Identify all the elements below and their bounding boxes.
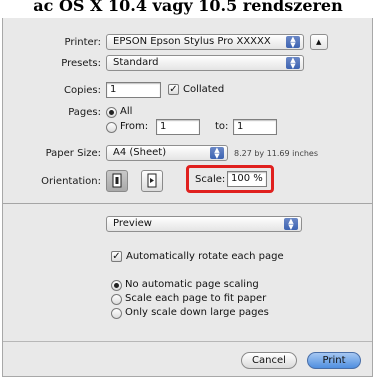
popup-arrows-icon: ▲ ▼ [284,218,298,231]
pages-label: Pages: [68,107,101,118]
auto-rotate-label: Automatically rotate each page [126,251,284,262]
portrait-icon [112,173,122,188]
scale-label: Scale: [195,174,226,185]
popup-arrows-icon: ▲ ▼ [286,57,300,70]
bottom-divider [3,341,372,342]
pages-from-field[interactable]: 1 [156,119,200,135]
collated-checkbox[interactable]: ✓ [168,84,179,95]
printer-popup[interactable]: EPSON Epson Stylus Pro XXXXX ▲ ▼ [106,34,304,50]
orientation-label: Orientation: [41,176,101,187]
print-dialog: Printer: EPSON Epson Stylus Pro XXXXX ▲ ▼… [2,18,373,377]
printer-value: EPSON Epson Stylus Pro XXXXX [113,36,271,47]
section-popup-value: Preview [113,218,152,229]
pages-to-label: to: [215,121,229,132]
no-scaling-radio[interactable] [111,280,122,291]
popup-arrows-icon: ▲ ▼ [286,36,300,49]
paper-size-value: A4 (Sheet) [113,147,167,158]
page-heading: ac OS X 10.4 vagy 10.5 rendszeren [33,0,343,15]
landscape-button[interactable] [141,170,163,192]
popup-arrows-icon: ▲ ▼ [210,147,224,160]
cancel-button[interactable]: Cancel [241,352,297,369]
pages-from-radio[interactable] [106,122,117,133]
divider [3,203,372,204]
no-scaling-label: No automatic page scaling [125,279,259,290]
pages-all-radio[interactable] [106,107,117,118]
printer-label: Printer: [64,37,101,48]
auto-rotate-checkbox[interactable]: ✓ [111,251,122,262]
pages-from-label: From: [120,121,149,132]
copies-label: Copies: [64,85,101,96]
portrait-button[interactable] [106,170,128,192]
paper-size-label: Paper Size: [45,148,101,159]
paper-dimensions: 8.27 by 11.69 inches [234,149,319,158]
paper-size-popup[interactable]: A4 (Sheet) ▲ ▼ [106,145,228,161]
section-popup[interactable]: Preview ▲ ▼ [106,216,302,232]
disclosure-button[interactable]: ▲ [310,34,328,50]
print-button[interactable]: Print [307,352,361,369]
triangle-up-icon: ▲ [316,38,322,46]
presets-label: Presets: [61,58,101,69]
presets-value: Standard [113,57,159,68]
scale-field[interactable]: 100 % [227,171,267,187]
collated-label: Collated [183,84,225,95]
copies-field[interactable]: 1 [106,82,161,98]
scale-down-label: Only scale down large pages [125,307,269,318]
scale-to-fit-radio[interactable] [111,294,122,305]
landscape-icon [147,173,157,188]
scale-down-radio[interactable] [111,308,122,319]
presets-popup[interactable]: Standard ▲ ▼ [106,55,304,71]
pages-all-label: All [120,106,133,117]
pages-to-field[interactable]: 1 [233,119,277,135]
scale-to-fit-label: Scale each page to fit paper [125,293,267,304]
